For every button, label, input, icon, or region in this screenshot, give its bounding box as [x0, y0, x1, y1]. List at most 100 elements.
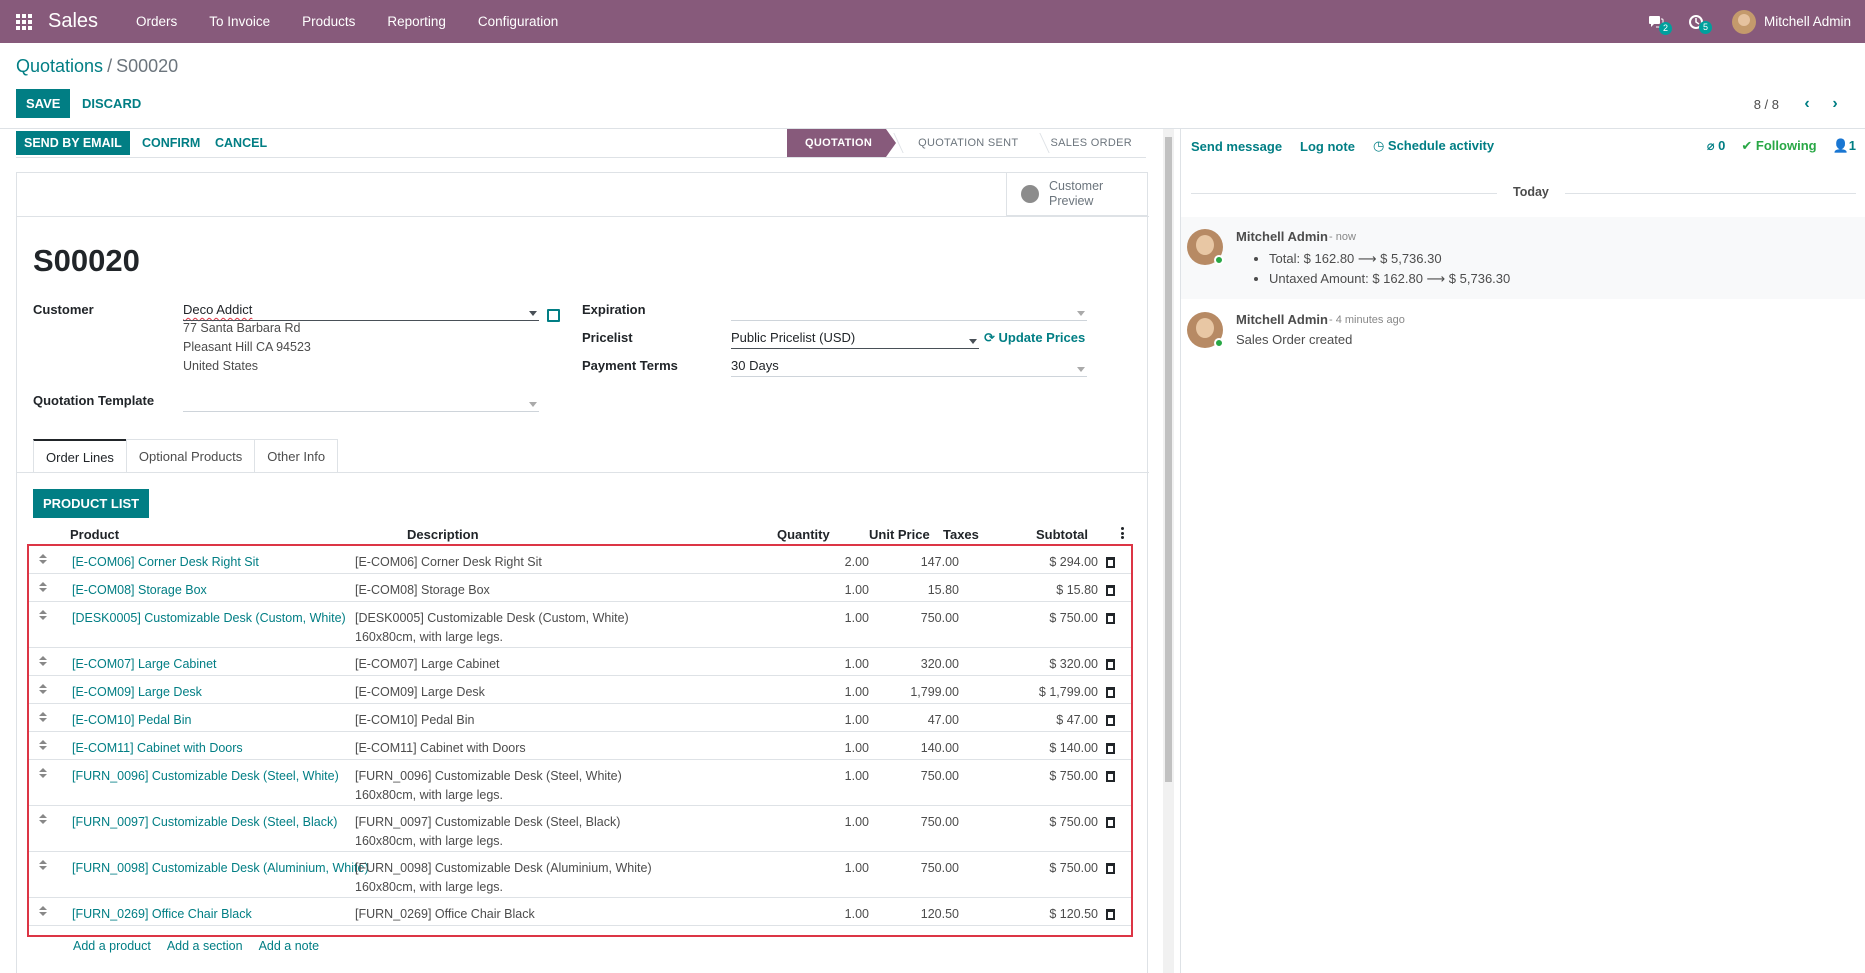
product-cell[interactable]: [FURN_0098] Customizable Desk (Aluminium…: [72, 859, 369, 878]
description-cell[interactable]: [FURN_0098] Customizable Desk (Aluminium…: [355, 859, 655, 897]
description-cell[interactable]: [E-COM10] Pedal Bin: [355, 711, 655, 730]
messages-icon[interactable]: 2: [1636, 15, 1676, 35]
followers-button[interactable]: 👤1: [1833, 138, 1856, 154]
trash-icon[interactable]: [1106, 585, 1115, 596]
expiration-dropdown-icon[interactable]: [1077, 311, 1085, 316]
customer-preview-button[interactable]: Customer Preview: [1006, 173, 1147, 216]
column-header-description[interactable]: Description: [407, 527, 479, 542]
menu-products[interactable]: Products: [286, 0, 371, 43]
product-cell[interactable]: [E-COM09] Large Desk: [72, 683, 202, 702]
table-row[interactable]: [E-COM09] Large Desk [E-COM09] Large Desk…: [29, 676, 1131, 704]
table-row[interactable]: [FURN_0097] Customizable Desk (Steel, Bl…: [29, 806, 1131, 852]
add-note-link[interactable]: Add a note: [259, 939, 319, 953]
trash-icon[interactable]: [1106, 743, 1115, 754]
quotation-template-field[interactable]: [183, 411, 539, 412]
payment-terms-field[interactable]: 30 Days: [731, 358, 779, 373]
pager-next-icon[interactable]: ›: [1821, 95, 1849, 113]
table-row[interactable]: [FURN_0098] Customizable Desk (Aluminium…: [29, 852, 1131, 898]
trash-icon[interactable]: [1106, 863, 1115, 874]
quantity-cell[interactable]: 1.00: [819, 859, 869, 878]
unit-price-cell[interactable]: 750.00: [889, 813, 959, 832]
attachments-button[interactable]: ⌀ 0: [1707, 138, 1726, 154]
description-cell[interactable]: [FURN_0097] Customizable Desk (Steel, Bl…: [355, 813, 655, 851]
expiration-field[interactable]: [731, 320, 1087, 321]
unit-price-cell[interactable]: 320.00: [889, 655, 959, 674]
message-author[interactable]: Mitchell Admin: [1236, 312, 1328, 327]
quantity-cell[interactable]: 1.00: [819, 609, 869, 628]
drag-handle-icon[interactable]: [39, 768, 47, 778]
user-menu[interactable]: Mitchell Admin: [1731, 9, 1851, 34]
pager-value[interactable]: 8 / 8: [1754, 97, 1779, 112]
description-cell[interactable]: [E-COM11] Cabinet with Doors: [355, 739, 655, 758]
tab-order-lines[interactable]: Order Lines: [33, 439, 127, 473]
table-row[interactable]: [FURN_0096] Customizable Desk (Steel, Wh…: [29, 760, 1131, 806]
add-product-link[interactable]: Add a product: [73, 939, 151, 953]
drag-handle-icon[interactable]: [39, 610, 47, 620]
app-brand[interactable]: Sales: [48, 10, 98, 33]
column-options-icon[interactable]: [1121, 527, 1124, 539]
discard-button[interactable]: DISCARD: [72, 89, 151, 118]
product-cell[interactable]: [FURN_0097] Customizable Desk (Steel, Bl…: [72, 813, 337, 832]
description-cell[interactable]: [E-COM06] Corner Desk Right Sit: [355, 553, 655, 572]
trash-icon[interactable]: [1106, 687, 1115, 698]
drag-handle-icon[interactable]: [39, 684, 47, 694]
scrollbar-thumb[interactable]: [1165, 137, 1172, 782]
template-dropdown-icon[interactable]: [529, 402, 537, 407]
following-button[interactable]: ✔ Following: [1741, 138, 1816, 154]
breadcrumb-quotations[interactable]: Quotations: [16, 56, 103, 76]
message-author[interactable]: Mitchell Admin: [1236, 229, 1328, 244]
description-cell[interactable]: [FURN_0269] Office Chair Black: [355, 905, 655, 924]
drag-handle-icon[interactable]: [39, 582, 47, 592]
menu-reporting[interactable]: Reporting: [371, 0, 462, 43]
quantity-cell[interactable]: 1.00: [819, 739, 869, 758]
add-section-link[interactable]: Add a section: [167, 939, 243, 953]
product-cell[interactable]: [FURN_0096] Customizable Desk (Steel, Wh…: [72, 767, 339, 786]
product-cell[interactable]: [E-COM06] Corner Desk Right Sit: [72, 553, 259, 572]
pricelist-field[interactable]: Public Pricelist (USD): [731, 330, 855, 345]
save-button[interactable]: SAVE: [16, 89, 71, 118]
menu-orders[interactable]: Orders: [120, 0, 193, 43]
description-cell[interactable]: [E-COM07] Large Cabinet: [355, 655, 655, 674]
drag-handle-icon[interactable]: [39, 906, 47, 916]
unit-price-cell[interactable]: 147.00: [889, 553, 959, 572]
quantity-cell[interactable]: 1.00: [819, 581, 869, 600]
product-cell[interactable]: [E-COM08] Storage Box: [72, 581, 207, 600]
drag-handle-icon[interactable]: [39, 656, 47, 666]
log-note-button[interactable]: Log note: [1300, 139, 1355, 154]
unit-price-cell[interactable]: 15.80: [889, 581, 959, 600]
send-by-email-button[interactable]: SEND BY EMAIL: [16, 131, 130, 155]
description-cell[interactable]: [FURN_0096] Customizable Desk (Steel, Wh…: [355, 767, 655, 805]
column-header-unit-price[interactable]: Unit Price: [869, 527, 930, 542]
quantity-cell[interactable]: 1.00: [819, 767, 869, 786]
cancel-button[interactable]: CANCEL: [207, 131, 275, 155]
table-row[interactable]: [E-COM11] Cabinet with Doors [E-COM11] Ca…: [29, 732, 1131, 760]
quantity-cell[interactable]: 2.00: [819, 553, 869, 572]
apps-menu-icon[interactable]: [0, 0, 48, 43]
tab-other-info[interactable]: Other Info: [254, 439, 339, 473]
customer-dropdown-icon[interactable]: [529, 311, 537, 316]
drag-handle-icon[interactable]: [39, 712, 47, 722]
menu-configuration[interactable]: Configuration: [462, 0, 574, 43]
drag-handle-icon[interactable]: [39, 860, 47, 870]
unit-price-cell[interactable]: 750.00: [889, 609, 959, 628]
product-cell[interactable]: [E-COM10] Pedal Bin: [72, 711, 192, 730]
product-cell[interactable]: [DESK0005] Customizable Desk (Custom, Wh…: [72, 609, 346, 628]
quantity-cell[interactable]: 1.00: [819, 813, 869, 832]
column-header-quantity[interactable]: Quantity: [777, 527, 830, 542]
unit-price-cell[interactable]: 750.00: [889, 859, 959, 878]
trash-icon[interactable]: [1106, 613, 1115, 624]
confirm-button[interactable]: CONFIRM: [134, 131, 208, 155]
quantity-cell[interactable]: 1.00: [819, 905, 869, 924]
column-header-subtotal[interactable]: Subtotal: [1036, 527, 1088, 542]
description-cell[interactable]: [E-COM09] Large Desk: [355, 683, 655, 702]
form-scrollbar[interactable]: [1163, 129, 1174, 973]
quantity-cell[interactable]: 1.00: [819, 683, 869, 702]
send-message-button[interactable]: Send message: [1191, 139, 1282, 154]
product-cell[interactable]: [E-COM07] Large Cabinet: [72, 655, 217, 674]
column-header-product[interactable]: Product: [70, 527, 119, 542]
trash-icon[interactable]: [1106, 909, 1115, 920]
trash-icon[interactable]: [1106, 659, 1115, 670]
trash-icon[interactable]: [1106, 771, 1115, 782]
description-cell[interactable]: [E-COM08] Storage Box: [355, 581, 655, 600]
update-prices-button[interactable]: ⟳ Update Prices: [984, 330, 1085, 346]
